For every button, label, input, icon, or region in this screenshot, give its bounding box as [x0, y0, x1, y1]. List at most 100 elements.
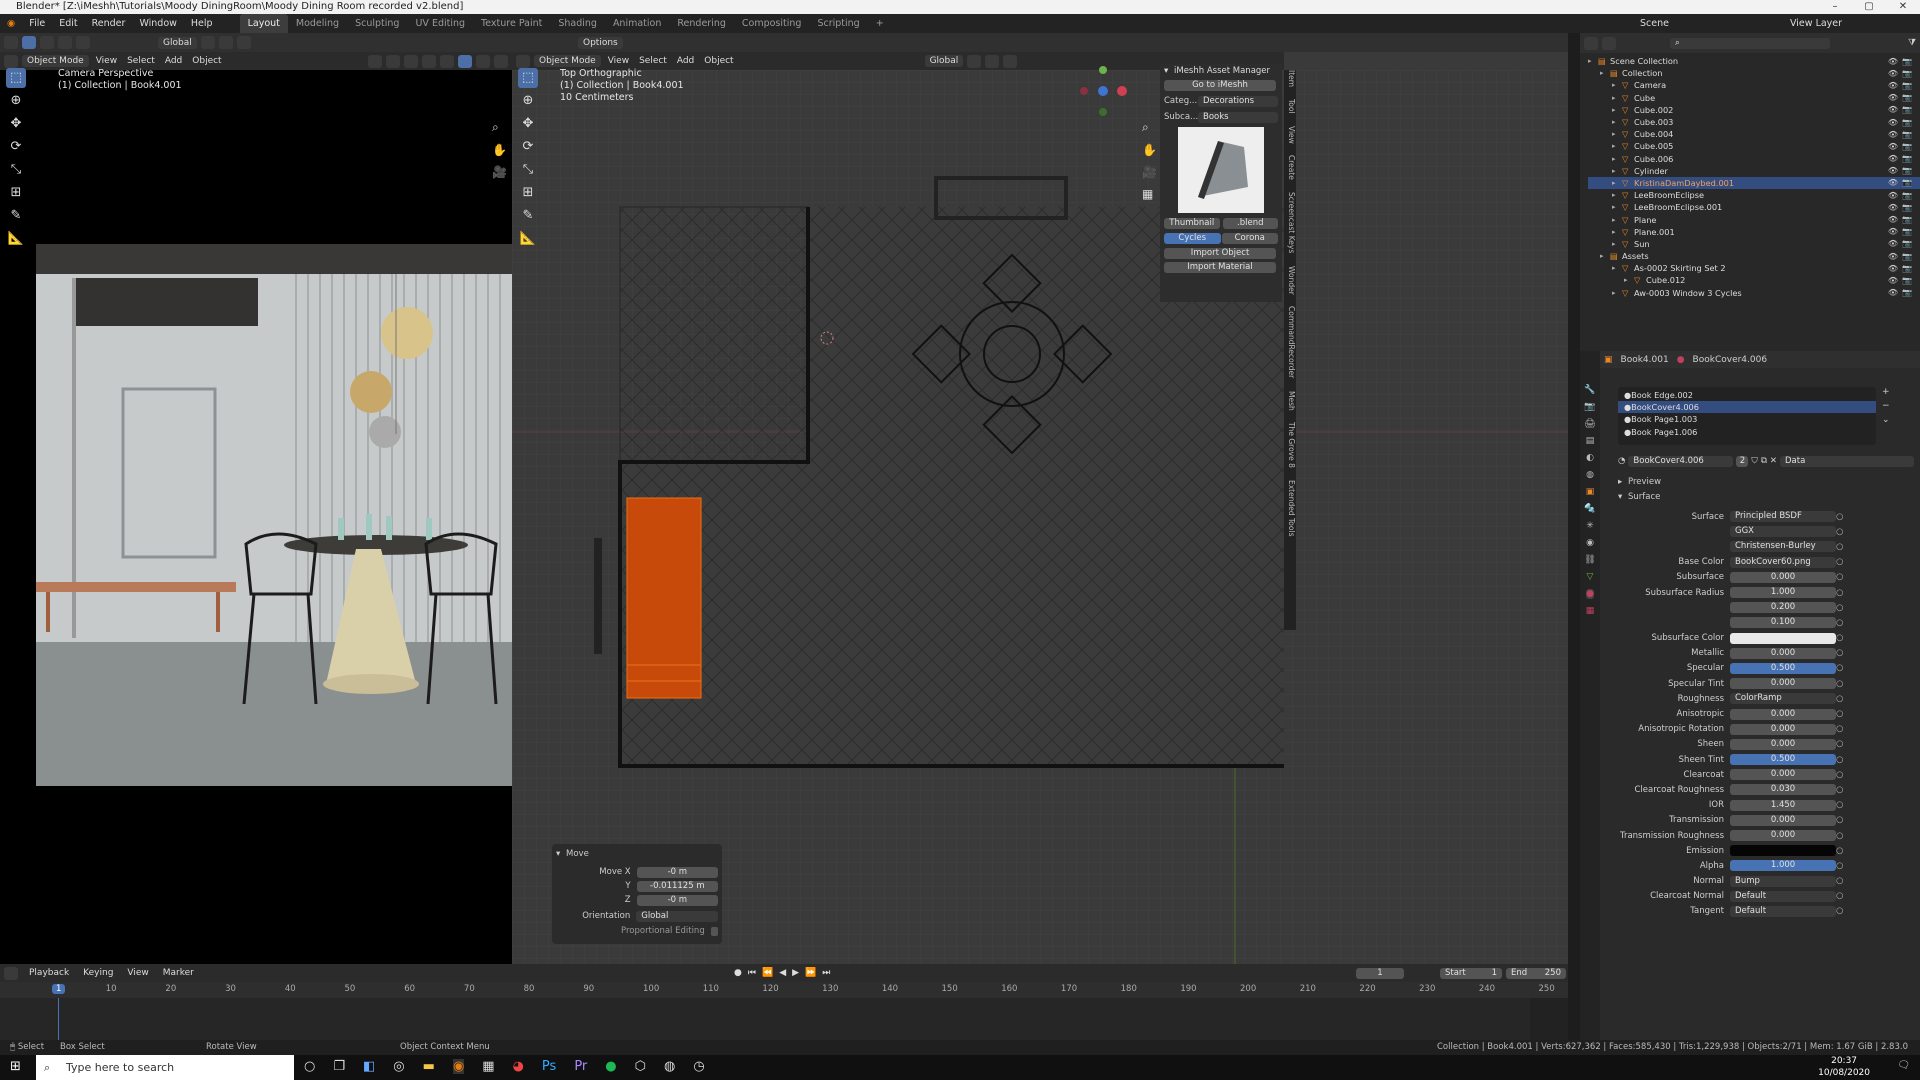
expand-icon[interactable]: ▸ [1612, 167, 1622, 175]
measure-tool-icon[interactable]: 📐 [518, 229, 538, 249]
remove-slot-icon[interactable]: − [1882, 401, 1890, 411]
tab-mesh[interactable]: Mesh [1284, 391, 1296, 411]
material-slot-item[interactable]: ● Book Edge.002 [1618, 389, 1876, 401]
expand-icon[interactable]: ▸ [1612, 216, 1622, 224]
scale-tool-icon[interactable]: ⤡ [6, 160, 26, 180]
scene-tab-icon[interactable]: ◐ [1586, 453, 1594, 463]
asset-thumbnail[interactable] [1178, 127, 1264, 213]
expand-icon[interactable]: ▸ [1612, 179, 1622, 187]
socket-link-icon[interactable]: ○ [1836, 618, 1843, 628]
timeline-menu-keying[interactable]: Keying [80, 968, 116, 978]
property-value-field[interactable]: 0.000 [1730, 769, 1836, 781]
select-tool-icon[interactable] [22, 36, 36, 49]
outliner-row[interactable]: ▸ ▽ Cube 👁 📷 [1588, 92, 1920, 104]
property-value-field[interactable] [1730, 632, 1836, 644]
outliner-row[interactable]: ▸ ▽ Cube.006 👁 📷 [1588, 153, 1920, 165]
viewport-menu-view[interactable]: View [93, 56, 120, 66]
expand-icon[interactable]: ▸ [1612, 81, 1622, 89]
workspace-tab-animation[interactable]: Animation [605, 14, 669, 33]
start-frame-field[interactable]: Start 1 [1440, 967, 1502, 979]
property-value-field[interactable]: 0.000 [1730, 830, 1836, 842]
visibility-eye-icon[interactable]: 👁 [1888, 191, 1898, 200]
thumbnail-button[interactable]: Thumbnail [1164, 217, 1220, 229]
transform-orientation-dropdown[interactable]: Global [158, 36, 197, 49]
outliner-row[interactable]: ▸ ▽ Sun 👁 📷 [1588, 238, 1920, 250]
fake-user-icon[interactable]: ⛉ [1751, 456, 1757, 466]
tab-screencast-keys[interactable]: Screencast Keys [1284, 192, 1296, 253]
workspace-tab-texture-paint[interactable]: Texture Paint [473, 14, 550, 33]
annotate-tool-icon[interactable]: ✎ [518, 206, 538, 226]
socket-link-icon[interactable]: ○ [1836, 648, 1843, 658]
timeline-menu-marker[interactable]: Marker [160, 968, 197, 978]
outliner-row[interactable]: ▸ ▽ Plane 👁 📷 [1588, 213, 1920, 225]
property-value-field[interactable] [1730, 845, 1836, 857]
rotate-tool-icon[interactable]: ⟳ [6, 137, 26, 157]
workspace-tab-layout[interactable]: Layout [239, 14, 288, 33]
workspace-tab-modeling[interactable]: Modeling [288, 14, 347, 33]
proportional-edit-icon[interactable] [1003, 54, 1018, 68]
current-frame-marker[interactable]: 1 [52, 984, 66, 994]
object-mode-dropdown[interactable]: Object Mode [534, 55, 601, 67]
material-slot-item[interactable]: ● Book Page1.006 [1618, 426, 1876, 438]
property-value-field[interactable]: Principled BSDF [1730, 511, 1836, 523]
preview-section[interactable]: ▸ Preview [1618, 476, 1661, 488]
socket-link-icon[interactable]: ○ [1836, 861, 1843, 871]
editor-type-icon[interactable] [4, 54, 18, 68]
material-tab-icon[interactable]: ● [1586, 589, 1594, 599]
import-material-button[interactable]: Import Material [1164, 262, 1276, 273]
expand-icon[interactable]: ▸ [1612, 142, 1622, 150]
end-frame-field[interactable]: End 250 [1506, 967, 1566, 979]
camera-view-icon[interactable]: 🎥 [1142, 165, 1157, 179]
property-value-field[interactable]: Bump [1730, 875, 1836, 887]
outliner-row[interactable]: ▸ ▽ Plane.001 👁 📷 [1588, 226, 1920, 238]
viewport-menu-select[interactable]: Select [636, 56, 670, 66]
socket-link-icon[interactable]: ○ [1836, 770, 1843, 780]
property-value-field[interactable]: 0.500 [1730, 754, 1836, 766]
socket-link-icon[interactable]: ○ [1836, 785, 1843, 795]
add-workspace-icon[interactable]: + [868, 14, 892, 33]
visibility-eye-icon[interactable]: 👁 [1888, 215, 1898, 224]
viewport-menu-add[interactable]: Add [674, 56, 697, 66]
taskbar-clock[interactable]: 20:37 10/08/2020 [1818, 1055, 1870, 1079]
tab-tool[interactable]: Tool [1284, 99, 1296, 114]
windows-start-icon[interactable]: ⊞ [10, 1059, 21, 1074]
socket-link-icon[interactable]: ○ [1836, 739, 1843, 749]
socket-link-icon[interactable]: ○ [1836, 603, 1843, 613]
socket-link-icon[interactable]: ○ [1836, 572, 1843, 582]
object-mode-dropdown[interactable]: Object Mode [22, 55, 89, 67]
taskbar-search-input[interactable]: ⌕ Type here to search [36, 1055, 294, 1080]
editor-type-icon[interactable] [4, 966, 18, 980]
socket-link-icon[interactable]: ○ [1836, 800, 1843, 810]
cursor-tool-icon[interactable]: ⊕ [518, 91, 538, 111]
unlink-material-icon[interactable]: ✕ [1770, 456, 1777, 466]
viewport-menu-view[interactable]: View [605, 56, 632, 66]
socket-link-icon[interactable]: ○ [1836, 815, 1843, 825]
tool-tab-icon[interactable]: 🔧 [1584, 385, 1595, 395]
render-visibility-icon[interactable]: 📷 [1902, 118, 1912, 127]
viewport-menu-object[interactable]: Object [701, 56, 736, 66]
view-layer-tab-icon[interactable]: ▤ [1586, 436, 1595, 446]
camera-view-icon[interactable]: 🎥 [492, 165, 507, 179]
select-box-tool-icon[interactable]: ⬚ [6, 68, 26, 88]
outliner-row[interactable]: ▸ ▽ Cube.003 👁 📷 [1588, 116, 1920, 128]
duplicate-material-icon[interactable]: ⧉ [1761, 456, 1767, 466]
expand-icon[interactable]: ▸ [1612, 264, 1622, 272]
menu-render[interactable]: Render [85, 18, 133, 29]
render-visibility-icon[interactable]: 📷 [1902, 276, 1912, 285]
outliner-search-input[interactable]: ⌕ [1670, 37, 1830, 49]
outliner-row[interactable]: ▸ ▽ KristinaDamDaybed.001 👁 📷 [1588, 176, 1920, 190]
material-sphere-icon[interactable]: ◔ [1618, 456, 1625, 466]
expand-icon[interactable]: ▸ [1612, 240, 1622, 248]
link-data-dropdown[interactable]: Data [1780, 455, 1914, 467]
expand-icon[interactable]: ▸ [1612, 118, 1622, 126]
viewport-menu-object[interactable]: Object [189, 56, 224, 66]
property-value-field[interactable]: 0.000 [1730, 571, 1836, 583]
render-visibility-icon[interactable]: 📷 [1902, 288, 1912, 297]
overlay-icon[interactable] [404, 54, 418, 68]
socket-link-icon[interactable]: ○ [1836, 876, 1843, 886]
expand-icon[interactable]: ▸ [1612, 155, 1622, 163]
render-visibility-icon[interactable]: 📷 [1902, 130, 1912, 139]
annotate-tool-icon[interactable]: ✎ [6, 206, 26, 226]
outliner-row[interactable]: ▸ ▽ Cube.005 👁 📷 [1588, 140, 1920, 152]
expand-icon[interactable]: ▸ [1600, 252, 1610, 260]
